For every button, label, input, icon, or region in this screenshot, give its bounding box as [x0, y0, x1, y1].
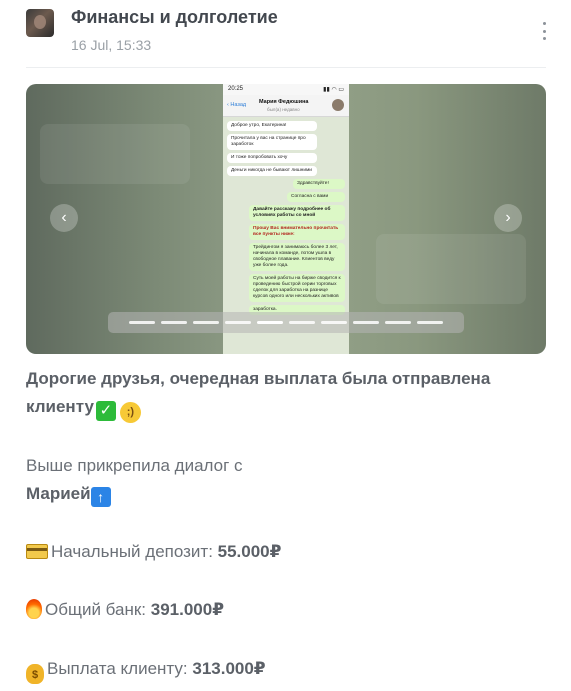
chat-header: ‹ Назад Мария Федюшина был(а) недавно	[223, 95, 349, 117]
post-line-with-emoji: клиенту ✓;)	[26, 393, 490, 423]
post-paragraph: Выше прикрепила диалог с Марией ↑	[26, 452, 243, 508]
pager-dot[interactable]	[129, 321, 155, 324]
chat-message: Давайте расскажу подробнее об условиях р…	[249, 205, 345, 221]
chat-message: Трейдингом я занимаюсь более 3 лет, начи…	[249, 243, 345, 271]
header-divider	[26, 67, 546, 68]
post-line: Марией	[26, 484, 91, 503]
payout-label: Выплата клиенту:	[47, 659, 193, 678]
post-headline: Дорогие друзья, очередная выплата была о…	[26, 365, 490, 423]
bank-value: 391.000₽	[150, 600, 225, 619]
status-time: 20:25	[228, 86, 244, 92]
payout-value: 313.000₽	[192, 659, 266, 678]
post-line-with-emoji: Марией ↑	[26, 480, 243, 508]
vertical-dots-icon[interactable]	[537, 22, 551, 40]
chat-message: Прочитала у вас на странице про заработо…	[227, 134, 317, 150]
chat-message: Согласна с вами	[287, 192, 345, 202]
channel-avatar[interactable]	[26, 9, 54, 37]
signal-icon: ▮▮ ◠ ▭	[323, 87, 344, 93]
pager-dot[interactable]	[161, 321, 187, 324]
pager-dot[interactable]	[417, 321, 443, 324]
contact-name: Мария Федюшина	[259, 99, 309, 105]
pager-dot[interactable]	[321, 321, 347, 324]
bank-label: Общий банк:	[45, 600, 151, 619]
chevron-left-icon[interactable]: ‹	[50, 204, 78, 232]
blurred-background	[376, 234, 526, 304]
post-line: Выше прикрепила диалог с	[26, 456, 243, 475]
chat-message: Доброе утро, Екатерина!	[227, 121, 317, 131]
check-mark-emoji: ✓	[95, 401, 116, 421]
fire-emoji	[26, 599, 42, 619]
deposit-value: 55.000₽	[217, 542, 282, 561]
chat-message: Суть моей работы на бирже сводится к про…	[249, 274, 345, 302]
phone-status-bar: 20:25 ▮▮ ◠ ▭	[223, 84, 349, 95]
post-header: Финансы и долголетие 16 Jul, 15:33	[0, 0, 571, 68]
deposit-line: Начальный депозит: 55.000₽	[26, 538, 281, 566]
contact-avatar	[332, 99, 344, 111]
up-arrow-emoji: ↑	[90, 487, 111, 507]
back-link: ‹ Назад	[227, 102, 247, 108]
pager-dot-active[interactable]	[257, 321, 283, 324]
chat-message: Здравствуйте!	[293, 179, 345, 189]
chat-message: Деньги никогда не бывают лишними	[227, 166, 317, 176]
channel-title[interactable]: Финансы и долголетие	[71, 7, 278, 28]
pager-dot[interactable]	[289, 321, 315, 324]
credit-card-emoji	[26, 544, 48, 559]
money-bag-emoji: $	[26, 664, 44, 684]
bank-line: Общий банк: 391.000₽	[26, 596, 224, 624]
chat-message: И тоже попробовать хочу	[227, 153, 317, 163]
pager-dot[interactable]	[353, 321, 379, 324]
blurred-background	[40, 124, 190, 184]
post-line: Дорогие друзья, очередная выплата была о…	[26, 369, 491, 388]
image-gallery[interactable]: 20:25 ▮▮ ◠ ▭ ‹ Назад Мария Федюшина был(…	[26, 84, 546, 354]
winking-face-emoji: ;)	[119, 402, 141, 423]
deposit-label: Начальный депозит:	[51, 542, 218, 561]
chevron-right-icon[interactable]: ›	[494, 204, 522, 232]
post-date: 16 Jul, 15:33	[71, 37, 152, 53]
pager-dot[interactable]	[225, 321, 251, 324]
payout-line: $ Выплата клиенту: 313.000₽	[26, 655, 266, 684]
chat-message: Прошу Вас внимательно прочитать все пунк…	[249, 224, 345, 240]
pager-dot[interactable]	[193, 321, 219, 324]
gallery-pager	[108, 312, 464, 333]
pager-dot[interactable]	[385, 321, 411, 324]
post-line: клиенту	[26, 397, 94, 416]
contact-status: был(а) недавно	[267, 107, 300, 112]
